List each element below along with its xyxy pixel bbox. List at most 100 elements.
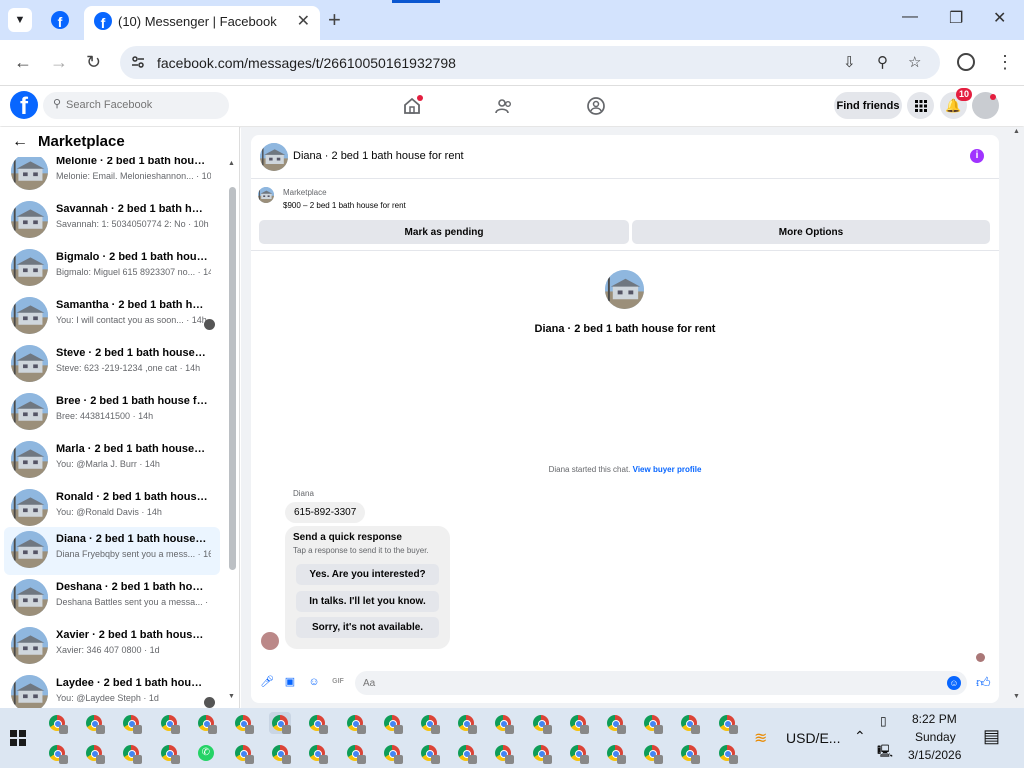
notification-center-icon[interactable]: ▤ bbox=[983, 726, 1000, 747]
forward-arrow-icon[interactable]: → bbox=[50, 52, 68, 73]
minimize-icon[interactable]: — bbox=[902, 8, 918, 26]
chrome-window-taskbar-icon[interactable] bbox=[455, 712, 478, 734]
chrome-window-taskbar-icon[interactable] bbox=[381, 742, 403, 764]
chrome-window-taskbar-icon[interactable] bbox=[716, 742, 738, 764]
profile-icon[interactable] bbox=[957, 53, 975, 71]
new-tab-button[interactable]: + bbox=[328, 7, 341, 33]
like-thumb-icon[interactable]: 👍︎ bbox=[976, 675, 991, 689]
chrome-window-taskbar-icon[interactable] bbox=[641, 712, 664, 734]
conversation-row[interactable]: Steve · 2 bed 1 bath house for r... Steve… bbox=[4, 341, 220, 389]
chrome-window-taskbar-icon[interactable] bbox=[604, 712, 626, 734]
chrome-window-taskbar-icon[interactable] bbox=[46, 712, 68, 734]
chrome-window-taskbar-icon[interactable] bbox=[269, 712, 292, 734]
conversation-row[interactable]: Laydee · 2 bed 1 bath house ... You: @Lay… bbox=[4, 671, 220, 708]
conversation-row[interactable]: Samantha · 2 bed 1 bath hou... You: I wil… bbox=[4, 293, 220, 341]
page-scroll-up-icon[interactable]: ▲ bbox=[1013, 128, 1020, 135]
emoji-icon[interactable]: ☺ bbox=[947, 676, 961, 690]
facebook-search[interactable]: ⚲ bbox=[43, 92, 229, 119]
chrome-window-taskbar-icon[interactable] bbox=[530, 712, 552, 734]
chrome-window-taskbar-icon[interactable] bbox=[158, 712, 180, 734]
close-window-icon[interactable]: ✕ bbox=[993, 8, 1006, 28]
whatsapp-taskbar-icon[interactable]: ✆ bbox=[195, 742, 217, 764]
chrome-window-taskbar-icon[interactable] bbox=[567, 712, 589, 734]
show-hidden-icons-chevron-icon[interactable]: ⌃ bbox=[854, 728, 866, 745]
chrome-window-taskbar-icon[interactable] bbox=[120, 712, 143, 734]
conversation-avatar[interactable] bbox=[605, 270, 644, 309]
chrome-window-taskbar-icon[interactable] bbox=[381, 712, 403, 734]
chrome-window-taskbar-icon[interactable] bbox=[83, 742, 106, 764]
view-buyer-profile-link[interactable]: View buyer profile bbox=[633, 465, 702, 474]
chrome-window-taskbar-icon[interactable] bbox=[418, 742, 440, 764]
restore-icon[interactable]: ❐ bbox=[949, 8, 963, 28]
currency-widget-icon[interactable]: ≋ bbox=[754, 728, 767, 748]
conversation-row[interactable]: Deshana · 2 bed 1 bath house f... Deshana… bbox=[4, 575, 220, 623]
search-input[interactable] bbox=[66, 96, 216, 114]
chrome-window-taskbar-icon[interactable] bbox=[269, 742, 292, 764]
chrome-window-taskbar-icon[interactable] bbox=[567, 742, 589, 764]
conversation-row[interactable]: Bree · 2 bed 1 bath house for re... Bree:… bbox=[4, 389, 220, 437]
touch-keyboard-icon[interactable]: ▯ bbox=[880, 714, 887, 728]
menu-kebab-icon[interactable]: ⋮ bbox=[996, 52, 1014, 73]
chrome-window-taskbar-icon[interactable] bbox=[492, 712, 515, 734]
back-arrow-icon[interactable]: ← bbox=[12, 133, 28, 151]
groups-icon[interactable] bbox=[586, 96, 606, 116]
chrome-window-taskbar-icon[interactable] bbox=[530, 742, 552, 764]
scroll-down-arrow-icon[interactable]: ▼ bbox=[228, 693, 235, 700]
chrome-window-taskbar-icon[interactable] bbox=[232, 712, 254, 734]
scroll-up-arrow-icon[interactable]: ▲ bbox=[228, 160, 235, 167]
back-arrow-icon[interactable]: ← bbox=[14, 52, 32, 73]
chrome-window-taskbar-icon[interactable] bbox=[641, 742, 664, 764]
currency-widget-text[interactable]: USD/E... bbox=[786, 730, 840, 746]
chrome-window-taskbar-icon[interactable] bbox=[492, 742, 515, 764]
page-scroll-down-icon[interactable]: ▼ bbox=[1013, 693, 1020, 700]
facebook-logo-icon[interactable]: f bbox=[10, 91, 38, 119]
more-options-button[interactable]: More Options bbox=[632, 220, 990, 244]
microphone-icon[interactable]: 🎤︎ bbox=[260, 676, 274, 688]
close-tab-icon[interactable]: ✕ bbox=[297, 11, 310, 31]
chrome-window-taskbar-icon[interactable] bbox=[604, 742, 626, 764]
chrome-window-taskbar-icon[interactable] bbox=[195, 712, 217, 734]
pinned-facebook-tab-icon[interactable]: f bbox=[51, 11, 69, 29]
chrome-window-taskbar-icon[interactable] bbox=[455, 742, 478, 764]
chrome-window-taskbar-icon[interactable] bbox=[158, 742, 180, 764]
omnibox[interactable]: facebook.com/messages/t/2661005016193279… bbox=[120, 46, 940, 79]
conversation-row[interactable]: Bigmalo · 2 bed 1 bath house f... Bigmalo… bbox=[4, 245, 220, 293]
chrome-window-taskbar-icon[interactable] bbox=[232, 742, 254, 764]
quick-response-yes-button[interactable]: Yes. Are you interested? bbox=[296, 564, 439, 585]
quick-response-not-available-button[interactable]: Sorry, it's not available. bbox=[296, 617, 439, 638]
reload-icon[interactable]: ↻ bbox=[86, 52, 101, 73]
photo-icon[interactable]: ▣ bbox=[284, 676, 296, 688]
zoom-icon[interactable]: ⚲ bbox=[877, 53, 888, 71]
network-icon[interactable]: 🖳 bbox=[877, 742, 893, 763]
chrome-window-taskbar-icon[interactable] bbox=[306, 712, 329, 734]
clock-date[interactable]: 3/15/2026 bbox=[908, 748, 961, 762]
conversation-row[interactable]: Xavier · 2 bed 1 bath house for ... Xavie… bbox=[4, 623, 220, 671]
conversation-row[interactable]: Marla · 2 bed 1 bath house for r... You: … bbox=[4, 437, 220, 485]
conversation-row[interactable]: Ronald · 2 bed 1 bath house for... You: @… bbox=[4, 485, 220, 533]
conversation-row[interactable]: Savannah · 2 bed 1 bath house ... Savanna… bbox=[4, 197, 220, 245]
message-input[interactable] bbox=[363, 674, 923, 692]
chrome-window-taskbar-icon[interactable] bbox=[344, 712, 366, 734]
active-tab[interactable]: f (10) Messenger | Facebook ✕ bbox=[84, 6, 320, 40]
install-app-icon[interactable]: ⇩ bbox=[843, 53, 856, 71]
conversation-row[interactable]: Diana · 2 bed 1 bath house for r... Diana… bbox=[4, 527, 220, 575]
clock-day[interactable]: Sunday bbox=[915, 730, 956, 744]
menu-grid-icon[interactable] bbox=[907, 92, 934, 119]
mark-as-pending-button[interactable]: Mark as pending bbox=[259, 220, 629, 244]
friends-icon[interactable] bbox=[494, 96, 514, 116]
site-info-icon[interactable] bbox=[130, 54, 146, 70]
quick-response-in-talks-button[interactable]: In talks. I'll let you know. bbox=[296, 591, 439, 612]
chrome-window-taskbar-icon[interactable] bbox=[716, 712, 738, 734]
gif-icon[interactable]: GIF bbox=[332, 676, 344, 688]
windows-start-icon[interactable] bbox=[10, 730, 26, 746]
chrome-window-taskbar-icon[interactable] bbox=[46, 742, 68, 764]
sidebar-scrollbar[interactable] bbox=[229, 187, 236, 570]
sticker-icon[interactable]: ☺ bbox=[308, 676, 320, 688]
chrome-window-taskbar-icon[interactable] bbox=[120, 742, 143, 764]
message-input-box[interactable]: ☺ bbox=[355, 671, 967, 695]
find-friends-button[interactable]: Find friends bbox=[834, 92, 902, 119]
chrome-window-taskbar-icon[interactable] bbox=[306, 742, 329, 764]
chrome-window-taskbar-icon[interactable] bbox=[344, 742, 366, 764]
chrome-window-taskbar-icon[interactable] bbox=[83, 712, 106, 734]
chat-avatar[interactable] bbox=[260, 143, 288, 171]
